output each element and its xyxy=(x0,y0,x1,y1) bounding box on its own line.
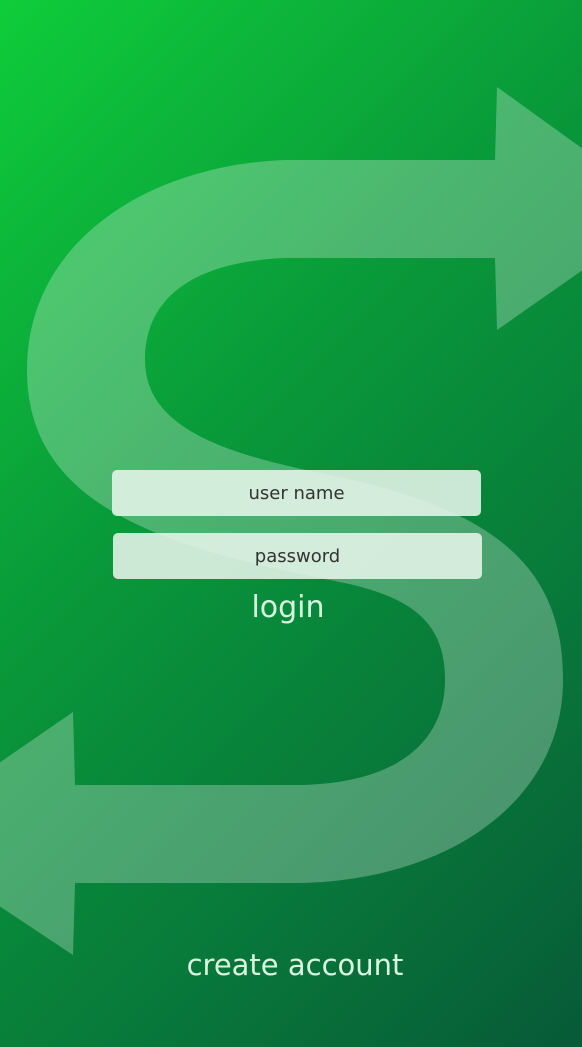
username-input[interactable]: user name xyxy=(112,470,481,516)
password-input[interactable]: password xyxy=(113,533,482,579)
login-button[interactable]: login xyxy=(0,590,579,625)
swap-s-logo-icon xyxy=(0,87,582,955)
create-account-link[interactable]: create account xyxy=(4,948,582,982)
